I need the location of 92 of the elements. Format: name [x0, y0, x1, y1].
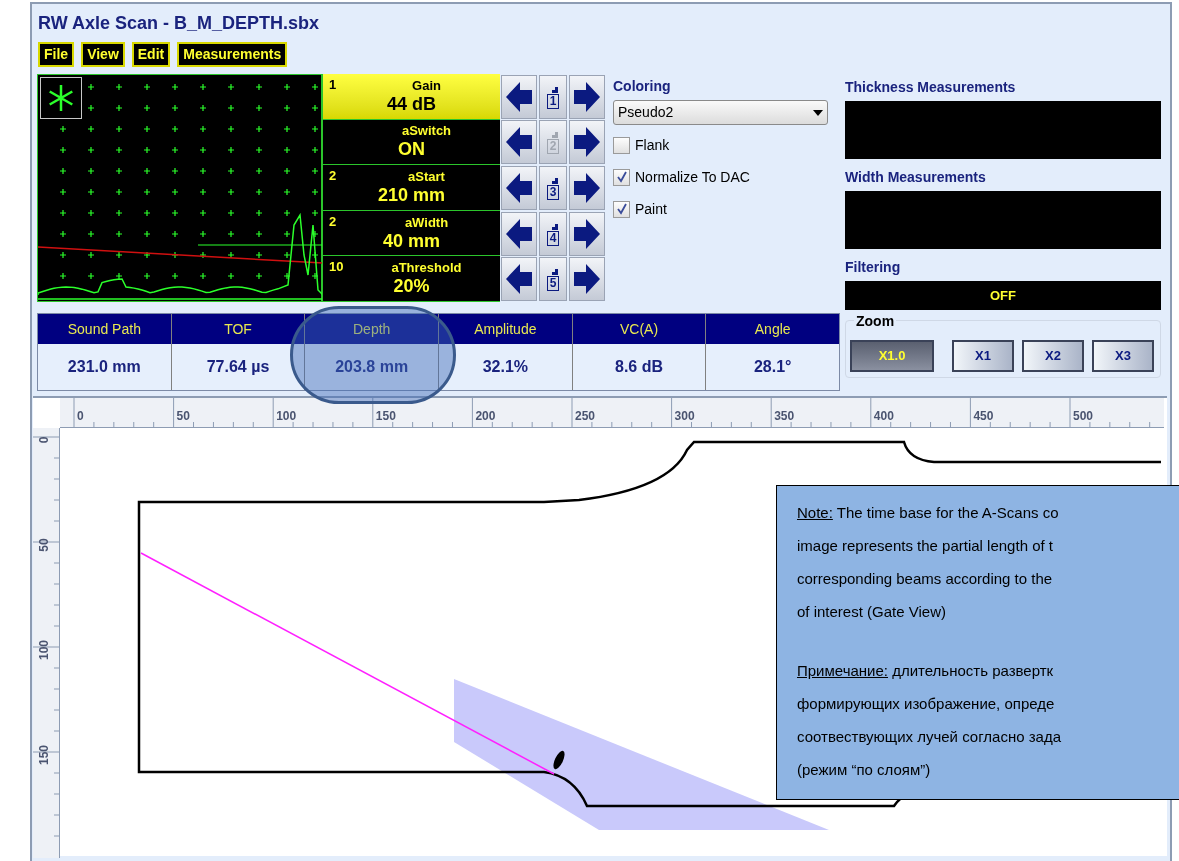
step-button[interactable]: 1 [539, 74, 567, 119]
thickness-label: Thickness Measurements [845, 78, 1017, 97]
ruler-label: 500 [1073, 408, 1094, 425]
column-header: Depth [305, 314, 438, 344]
parameter-label: aWidth [404, 214, 449, 230]
freeze-button[interactable] [40, 77, 82, 119]
checkbox[interactable] [613, 136, 630, 154]
ruler-label: 150 [375, 408, 396, 425]
ruler-label: 200 [475, 408, 496, 425]
channel-number: 1 [329, 76, 337, 94]
increase-button[interactable] [569, 120, 605, 165]
increase-button[interactable] [569, 166, 605, 210]
parameter-label: aSwitch [401, 123, 452, 139]
step-number: 1 [546, 93, 560, 109]
step-number: 4 [546, 230, 560, 246]
menu-item[interactable]: File [38, 42, 75, 67]
checkbox[interactable] [613, 168, 630, 186]
decrease-button[interactable] [501, 211, 537, 256]
checkbox[interactable] [613, 200, 630, 218]
parameter-label: aStart [408, 169, 445, 184]
parameter-cell[interactable]: aSwitch ON [322, 119, 500, 166]
column-header: Sound Path [38, 314, 171, 344]
zoom-button[interactable]: X3 [1092, 340, 1154, 372]
window-title: RW Axle Scan - B_M_DEPTH.sbx [38, 11, 320, 35]
table-cell-text: 8.6 dB [614, 357, 665, 377]
checkbox-label: Paint [635, 199, 667, 219]
note-text: Примечание: длительность развертк формирующих изображение, опреде соотвествующих лучей согласно зада (режим “по слоям”) [797, 661, 1062, 780]
step-button[interactable]: 5 [539, 257, 567, 302]
ruler-label: 450 [973, 408, 994, 425]
table-cell-text: 77.64 µs [205, 357, 271, 377]
ruler-label: 250 [575, 408, 596, 425]
checkbox-label: Flank [635, 135, 670, 155]
snowflake-icon [46, 83, 76, 113]
parameter-value: 20% [393, 275, 430, 298]
column-header: VC(A) [572, 314, 706, 344]
ruler-label: 150 [37, 745, 51, 765]
parameter-cell[interactable]: 10 aThreshold 20% [322, 256, 500, 302]
decrease-button[interactable] [501, 166, 537, 210]
step-number: 3 [546, 185, 560, 200]
zoom-button[interactable]: X2 [1022, 340, 1084, 372]
table-cell-text: 231.0 mm [66, 357, 142, 377]
column-header: Amplitude [439, 314, 572, 344]
step-number: 5 [546, 276, 560, 292]
parameter-cell[interactable]: 2 aStart 210 mm [322, 165, 500, 211]
ruler-label: 50 [176, 408, 190, 425]
step-number: 2 [546, 139, 560, 155]
zoom-button[interactable]: X1.0 [850, 340, 934, 372]
parameter-value: 40 mm [382, 229, 440, 252]
parameter-value: 210 mm [377, 184, 445, 206]
parameter-label: Gain [412, 77, 441, 93]
parameter-cell[interactable]: 2 aWidth 40 mm [322, 210, 500, 257]
column-header: Angle [706, 314, 840, 344]
channel-number: 10 [329, 258, 344, 277]
note-text: Note: The time base for the A-Scans co image represents the partial length of t corresponding beams according to the of interest (Gate View) [797, 503, 1060, 622]
step-button[interactable]: 3 [539, 166, 567, 210]
decrease-button[interactable] [501, 74, 537, 119]
decrease-button[interactable] [501, 257, 537, 302]
ruler-label: 400 [873, 408, 894, 425]
column-header: TOF [171, 314, 305, 344]
ruler-label: 100 [276, 408, 297, 425]
ruler-label: 300 [674, 408, 695, 425]
caret-icon [813, 109, 823, 116]
menu-item[interactable]: Edit [131, 42, 171, 67]
ruler-label: 0 [37, 435, 51, 446]
ruler-label: 350 [774, 408, 795, 425]
parameter-value: 44 dB [387, 92, 436, 115]
ruler-label: 100 [37, 640, 51, 660]
channel-number: 2 [329, 212, 337, 231]
increase-button[interactable] [569, 211, 605, 256]
menu-item[interactable]: View [81, 42, 125, 67]
coloring-label: Coloring [613, 77, 672, 96]
table-cell-text: 203.8 mm [334, 357, 410, 377]
increase-button[interactable] [569, 257, 605, 302]
zoom-label: Zoom [854, 313, 897, 329]
ruler-label: 0 [77, 408, 84, 425]
channel-number: 2 [329, 167, 337, 186]
step-button[interactable]: 4 [539, 211, 567, 256]
ruler-label: 50 [37, 537, 51, 554]
checkbox-label: Normalize To DAC [635, 167, 750, 187]
width-label: Width Measurements [845, 168, 987, 187]
zoom-button[interactable]: X1 [952, 340, 1014, 372]
parameter-label: aThreshold [391, 260, 462, 276]
table-cell-text: 28.1° [752, 357, 793, 377]
decrease-button[interactable] [501, 120, 537, 165]
parameter-cell[interactable]: 1 Gain 44 dB [322, 74, 500, 120]
table-cell-text: 32.1% [481, 357, 530, 377]
increase-button[interactable] [569, 74, 605, 119]
coloring-dropdown[interactable]: Pseudo2 [613, 100, 828, 125]
parameter-value: ON [398, 138, 425, 161]
menu-item[interactable]: Measurements [177, 42, 288, 67]
filtering-display: OFF [845, 281, 1161, 310]
filtering-label: Filtering [845, 258, 902, 277]
